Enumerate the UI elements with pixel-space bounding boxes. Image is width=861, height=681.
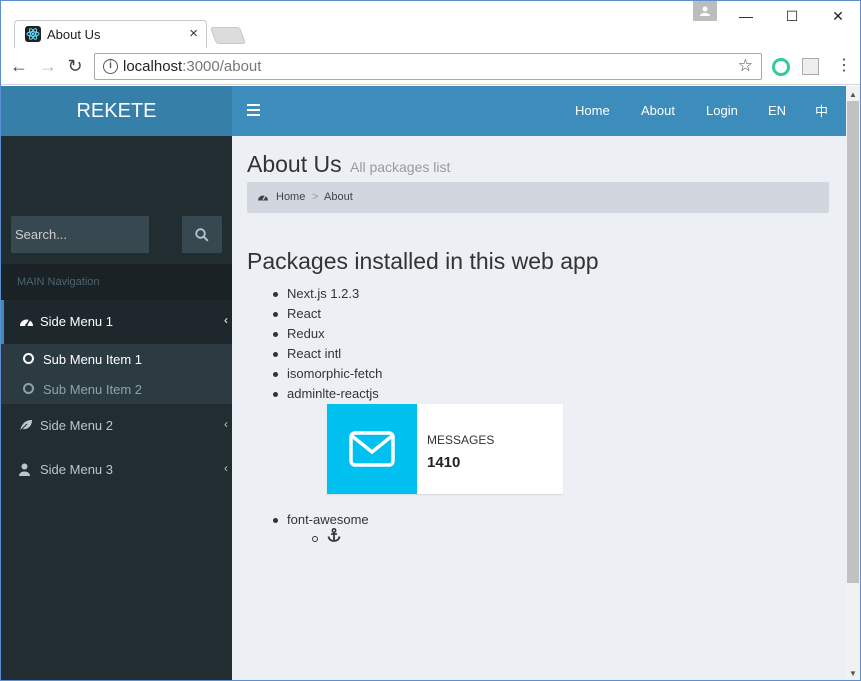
browser-menu-icon[interactable]: ⋮ xyxy=(836,56,852,76)
list-item: font-awesome xyxy=(273,512,369,527)
circle-icon xyxy=(23,383,34,394)
chevron-left-icon: ‹ xyxy=(224,461,228,475)
browser-tab[interactable]: About Us × xyxy=(14,20,207,48)
submenu-item-label: Sub Menu Item 1 xyxy=(43,352,142,367)
search-input[interactable]: Search... xyxy=(11,216,148,253)
list-item: adminlte-reactjs xyxy=(273,386,379,401)
maximize-button[interactable]: ☐ xyxy=(769,3,815,29)
tab-title: About Us xyxy=(47,27,101,42)
breadcrumb-separator: > xyxy=(312,191,319,203)
info-box-label: MESSAGES xyxy=(427,433,495,447)
submenu: Sub Menu Item 1 Sub Menu Item 2 xyxy=(1,344,232,404)
chevron-left-icon: ‹ xyxy=(224,417,228,431)
breadcrumb-home-link[interactable]: Home xyxy=(276,191,305,203)
nav-language-en[interactable]: EN xyxy=(768,103,786,118)
page-subtitle: All packages list xyxy=(350,159,451,175)
url-text[interactable]: localhost:3000/about xyxy=(123,58,261,75)
submenu-item-label: Sub Menu Item 2 xyxy=(43,382,142,397)
sidebar-item-side-menu-3[interactable]: Side Menu 3 ‹ xyxy=(1,448,232,492)
back-icon[interactable]: ← xyxy=(8,55,30,77)
user-icon xyxy=(19,463,30,479)
page-scrollbar[interactable]: ▲ ▼ xyxy=(846,86,860,680)
info-box-value: 1410 xyxy=(427,454,461,471)
tab-strip: About Us × — ☐ ✕ xyxy=(1,1,860,48)
sidebar-item-label: Side Menu 3 xyxy=(40,462,113,477)
nav-home[interactable]: Home xyxy=(575,103,610,118)
sidebar-item-label: Side Menu 1 xyxy=(40,314,113,329)
nav-about[interactable]: About xyxy=(641,103,675,118)
packages-heading: Packages installed in this web app xyxy=(247,248,599,274)
bookmark-star-icon[interactable]: ☆ xyxy=(738,56,753,76)
circle-icon xyxy=(23,353,34,364)
list-item: React intl xyxy=(272,346,342,361)
info-icon[interactable]: i xyxy=(103,59,118,74)
scroll-up-arrow-icon[interactable]: ▲ xyxy=(849,90,857,99)
react-favicon-icon xyxy=(25,26,41,42)
address-bar[interactable]: i localhost:3000/about ☆ xyxy=(94,53,762,80)
envelope-icon xyxy=(327,404,417,494)
page-title: About Us All packages list xyxy=(247,151,451,177)
messages-info-box: MESSAGES 1410 xyxy=(327,404,563,494)
list-item: React xyxy=(273,306,321,321)
close-window-button[interactable]: ✕ xyxy=(815,3,860,29)
dashboard-icon xyxy=(19,315,34,331)
breadcrumb-current: About xyxy=(324,191,353,203)
minimize-button[interactable]: — xyxy=(723,3,769,29)
leaf-icon xyxy=(19,419,33,435)
dashboard-icon xyxy=(257,192,269,205)
new-tab-button[interactable] xyxy=(209,27,247,44)
nav-language-zh[interactable]: 中 xyxy=(815,101,828,120)
submenu-item-1[interactable]: Sub Menu Item 1 xyxy=(1,344,232,374)
extension-icon[interactable] xyxy=(802,58,819,75)
sidebar-item-side-menu-1[interactable]: Side Menu 1 ‹ xyxy=(1,300,232,344)
scroll-thumb[interactable] xyxy=(847,101,859,583)
breadcrumb: Home > About xyxy=(247,182,829,213)
chevron-left-icon: ‹ xyxy=(224,313,228,327)
search-button[interactable] xyxy=(182,216,222,253)
hamburger-menu-icon[interactable] xyxy=(247,104,260,116)
scroll-down-arrow-icon[interactable]: ▼ xyxy=(849,669,857,678)
list-item: Redux xyxy=(273,326,325,341)
sub-list-bullet xyxy=(312,536,318,542)
nav-login[interactable]: Login xyxy=(706,103,738,118)
forward-icon[interactable]: → xyxy=(37,55,59,77)
tab-close-icon[interactable]: × xyxy=(189,25,198,43)
list-item: Next.js 1.2.3 xyxy=(272,286,360,301)
person-icon xyxy=(700,6,710,16)
nav-header: MAIN Navigation xyxy=(1,264,232,300)
logo[interactable]: REKETE xyxy=(1,86,232,136)
extension-icon[interactable] xyxy=(772,58,790,76)
sidebar: REKETE Search... MAIN Navigation Side Me… xyxy=(1,86,232,680)
browser-toolbar: ← → ↻ i localhost:3000/about ☆ ⋮ xyxy=(1,48,860,85)
sidebar-item-side-menu-2[interactable]: Side Menu 2 ‹ xyxy=(1,404,232,448)
top-header: Home About Login EN 中 xyxy=(232,86,846,136)
profile-button[interactable] xyxy=(693,1,717,21)
list-item: isomorphic-fetch xyxy=(272,366,383,381)
sidebar-search: Search... xyxy=(11,216,222,253)
page: REKETE Search... MAIN Navigation Side Me… xyxy=(1,86,846,680)
submenu-item-2[interactable]: Sub Menu Item 2 xyxy=(1,374,232,404)
browser-window: About Us × — ☐ ✕ ← → ↻ i localhost:3000/… xyxy=(0,0,861,681)
sidebar-item-label: Side Menu 2 xyxy=(40,418,113,433)
reload-icon[interactable]: ↻ xyxy=(64,55,86,77)
main-content: About Us All packages list Home > About … xyxy=(232,136,846,680)
search-icon xyxy=(195,228,209,242)
anchor-icon xyxy=(327,528,341,547)
